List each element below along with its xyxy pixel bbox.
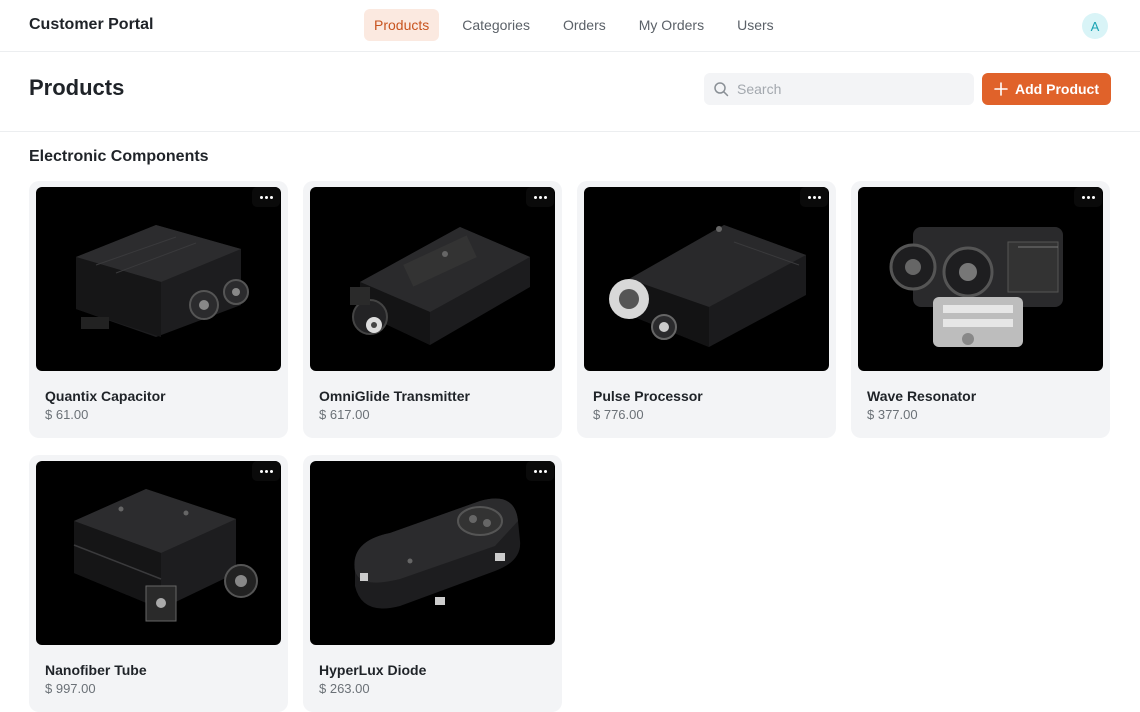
top-nav-bar: Customer Portal Products Categories Orde…: [0, 0, 1140, 52]
brand-title: Customer Portal: [29, 16, 154, 33]
more-dot: [538, 195, 542, 199]
product-name: OmniGlide Transmitter: [319, 388, 470, 404]
more-dot: [538, 469, 542, 473]
add-product-label: Add Product: [1015, 81, 1099, 97]
page-header: Products Add Product: [0, 52, 1140, 132]
product-price: $ 377.00: [867, 407, 918, 422]
more-dot: [817, 195, 821, 199]
more-horizontal-icon: [259, 195, 263, 199]
more-horizontal-icon: [533, 195, 537, 199]
nav-item-users[interactable]: Users: [727, 9, 784, 41]
product-image: [858, 187, 1103, 371]
product-card[interactable]: OmniGlide Transmitter $ 617.00: [303, 181, 562, 438]
section-title: Electronic Components: [29, 148, 209, 165]
more-dot: [264, 469, 268, 473]
more-dot: [264, 195, 268, 199]
product-price: $ 61.00: [45, 407, 89, 422]
more-options-button[interactable]: [1074, 187, 1102, 207]
product-card[interactable]: Quantix Capacitor $ 61.00: [29, 181, 288, 438]
product-image: [36, 187, 281, 371]
more-dot: [543, 195, 547, 199]
product-price: $ 617.00: [319, 407, 370, 422]
search-box[interactable]: [704, 73, 974, 105]
more-horizontal-icon: [1081, 195, 1085, 199]
more-dot: [1091, 195, 1095, 199]
more-options-button[interactable]: [252, 461, 280, 481]
more-horizontal-icon: [533, 469, 537, 473]
plus-icon: [994, 82, 1008, 96]
product-image: [584, 187, 829, 371]
product-image: [310, 461, 555, 645]
more-options-button[interactable]: [252, 187, 280, 207]
nav-item-categories[interactable]: Categories: [452, 9, 540, 41]
product-image: [310, 187, 555, 371]
product-name: Nanofiber Tube: [45, 662, 147, 678]
more-dot: [1086, 195, 1090, 199]
more-options-button[interactable]: [526, 187, 554, 207]
product-price: $ 776.00: [593, 407, 644, 422]
product-price: $ 997.00: [45, 681, 96, 696]
product-grid: Quantix Capacitor $ 61.00 OmniGlide Tran…: [29, 181, 1110, 712]
more-dot: [269, 469, 273, 473]
nav-item-products[interactable]: Products: [364, 9, 440, 41]
more-options-button[interactable]: [526, 461, 554, 481]
product-card[interactable]: Pulse Processor $ 776.00: [577, 181, 836, 438]
product-card[interactable]: Wave Resonator $ 377.00: [851, 181, 1110, 438]
more-dot: [269, 195, 273, 199]
product-image: [36, 461, 281, 645]
more-horizontal-icon: [259, 469, 263, 473]
nav-item-my-orders[interactable]: My Orders: [629, 9, 714, 41]
more-horizontal-icon: [807, 195, 811, 199]
user-avatar[interactable]: A: [1082, 13, 1108, 39]
product-card[interactable]: HyperLux Diode $ 263.00: [303, 455, 562, 712]
more-dot: [812, 195, 816, 199]
product-name: Pulse Processor: [593, 388, 703, 404]
main-nav: Products Categories Orders My Orders Use…: [364, 9, 797, 41]
more-options-button[interactable]: [800, 187, 828, 207]
product-name: HyperLux Diode: [319, 662, 427, 678]
product-name: Wave Resonator: [867, 388, 977, 404]
search-icon: [714, 82, 729, 97]
add-product-button[interactable]: Add Product: [982, 73, 1111, 105]
search-input[interactable]: [737, 81, 957, 97]
product-card[interactable]: Nanofiber Tube $ 997.00: [29, 455, 288, 712]
nav-item-orders[interactable]: Orders: [553, 9, 616, 41]
more-dot: [543, 469, 547, 473]
product-price: $ 263.00: [319, 681, 370, 696]
product-name: Quantix Capacitor: [45, 388, 166, 404]
page-title: Products: [29, 75, 125, 100]
